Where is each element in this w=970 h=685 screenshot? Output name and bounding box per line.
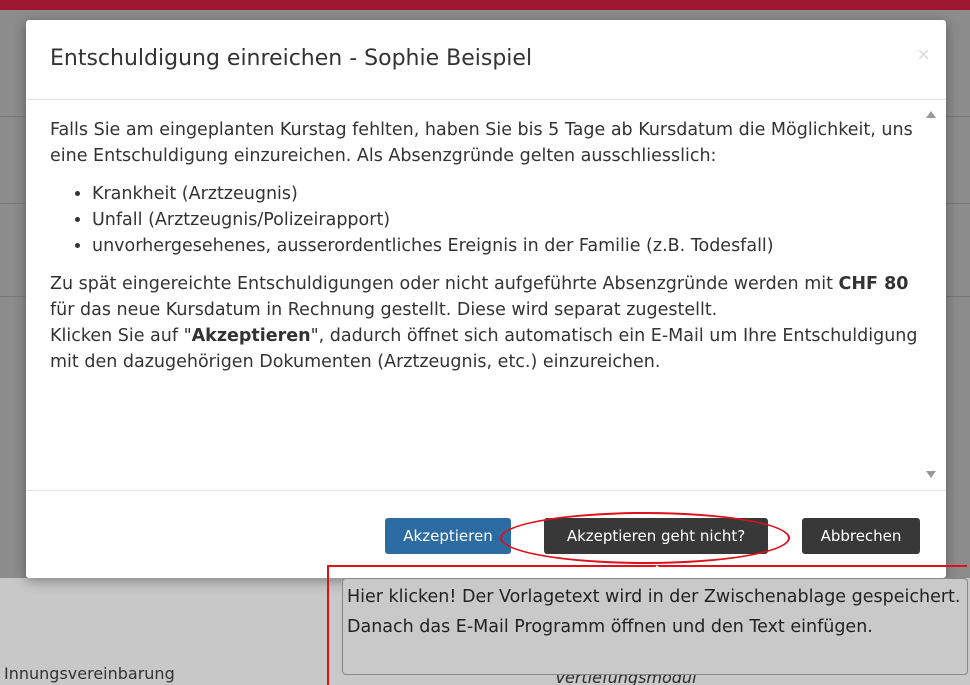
fee-amount: CHF 80 [838, 274, 909, 294]
accept-reference: Akzeptieren [191, 326, 311, 346]
background-text-left: Innungsvereinbarung [4, 664, 175, 683]
scroll-up-arrow-icon[interactable] [926, 111, 936, 118]
accept-button[interactable]: Akzeptieren [385, 518, 511, 554]
excuse-dialog: Entschuldigung einreichen - Sophie Beisp… [26, 20, 946, 578]
dialog-title: Entschuldigung einreichen - Sophie Beisp… [50, 46, 533, 71]
accept-fails-button[interactable]: Akzeptieren geht nicht? [544, 518, 768, 554]
tooltip-arrow [645, 565, 669, 579]
list-item: Unfall (Arztzeugnis/Polizeirapport) [92, 207, 920, 233]
late-fee-paragraph: Zu spät eingereichte Entschuldigungen od… [50, 271, 920, 375]
list-item: Krankheit (Arztzeugnis) [92, 181, 920, 207]
instruction-text-1: Klicken Sie auf " [50, 326, 192, 346]
close-icon[interactable]: × [917, 42, 930, 68]
dialog-text: Falls Sie am eingeplanten Kurstag fehlte… [50, 117, 920, 387]
tooltip: Hier klicken! Der Vorlagetext wird in de… [342, 578, 968, 675]
dialog-header: Entschuldigung einreichen - Sophie Beisp… [26, 20, 946, 100]
header-bar [0, 0, 970, 10]
dialog-body[interactable]: Falls Sie am eingeplanten Kurstag fehlte… [26, 101, 946, 491]
intro-paragraph: Falls Sie am eingeplanten Kurstag fehlte… [50, 120, 913, 166]
list-item: unvorhergesehenes, ausserordentliches Er… [92, 233, 920, 259]
late-fee-text-2: für das neue Kursdatum in Rechnung geste… [50, 300, 718, 320]
cancel-button[interactable]: Abbrechen [802, 518, 920, 554]
dialog-footer: Akzeptieren Akzeptieren geht nicht? Abbr… [26, 492, 946, 578]
late-fee-text-1: Zu spät eingereichte Entschuldigungen od… [50, 274, 839, 294]
reason-list: Krankheit (Arztzeugnis) Unfall (Arztzeug… [50, 181, 920, 259]
scroll-down-arrow-icon[interactable] [926, 471, 936, 478]
